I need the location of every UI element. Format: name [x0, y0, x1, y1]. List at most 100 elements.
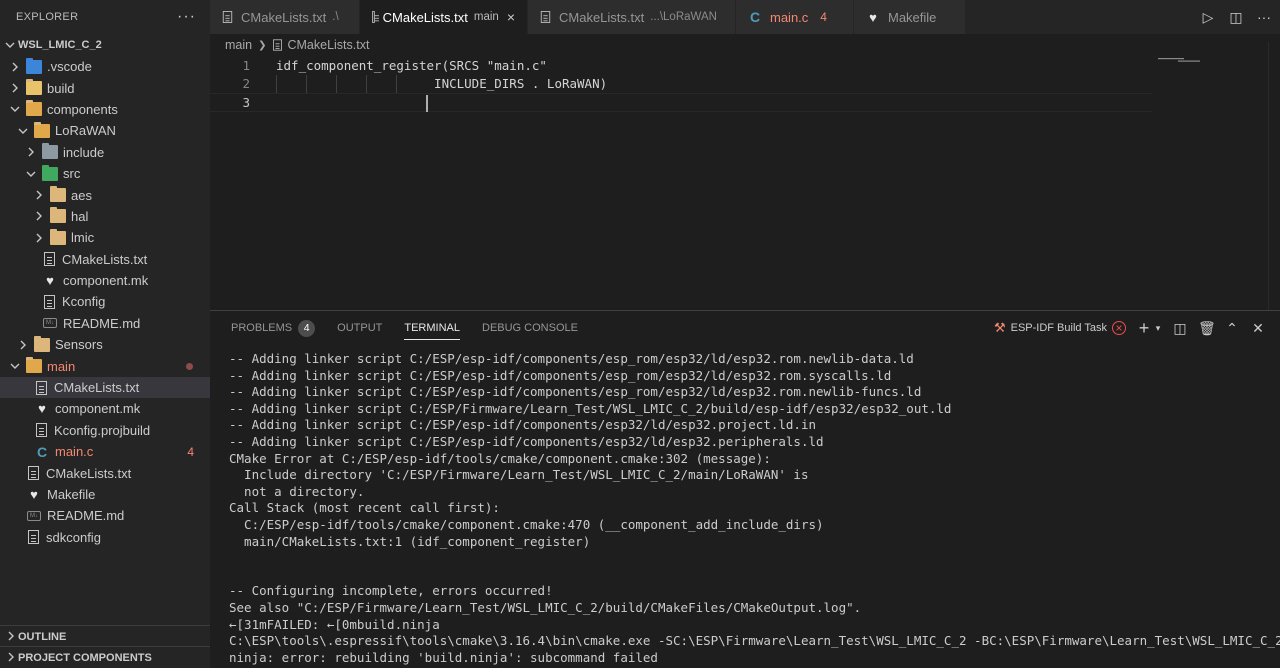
chevron-down-icon [16, 125, 30, 136]
problems-badge: 4 [298, 319, 316, 337]
bottom-panel: PROBLEMS 4 OUTPUT TERMINAL DEBUG CONSOLE ⚒ E… [210, 310, 1280, 668]
file-text-icon [372, 11, 379, 23]
file-text-icon [540, 11, 551, 23]
tree-folder[interactable]: lmic [0, 227, 210, 248]
terminal-line: -- Adding linker script C:/ESP/esp-idf/c… [229, 417, 816, 433]
minimap[interactable] [1158, 52, 1200, 62]
editor-tab[interactable]: ♥ Makefile [854, 0, 966, 34]
chevron-right-icon [32, 211, 46, 222]
tree-item-label: .vscode [47, 59, 92, 75]
tree-file[interactable]: CMakeLists.txt [0, 249, 210, 270]
tab-label: CMakeLists.txt [559, 9, 645, 25]
tree-file[interactable]: CMakeLists.txt [0, 376, 210, 399]
trash-icon[interactable]: 🗑 [1198, 320, 1216, 337]
folder-icon [26, 57, 42, 74]
problem-count: 4 [820, 10, 827, 24]
editor-tab[interactable]: CMakeLists.txt ...\LoRaWAN [528, 0, 736, 34]
breadcrumb-folder[interactable]: main [225, 38, 252, 52]
chevron-down-icon[interactable]: ▾ [1154, 323, 1162, 334]
folder-icon [26, 100, 42, 117]
makefile-icon: ♥ [46, 273, 54, 289]
panel-tab[interactable]: PROBLEMS 4 [231, 311, 316, 345]
chevron-up-icon[interactable]: ⌃ [1224, 320, 1240, 337]
terminal-line: Include directory 'C:/ESP/Firmware/Learn… [229, 467, 809, 483]
tree-file[interactable]: M↓ README.md [0, 313, 210, 334]
editor-tab[interactable]: CMakeLists.txt main × [360, 0, 528, 34]
more-actions-icon[interactable]: ··· [1256, 9, 1272, 25]
tree-file[interactable]: CMakeLists.txt [0, 462, 210, 483]
tree-item-label: components [47, 101, 118, 117]
close-icon[interactable]: ✕ [1250, 320, 1266, 337]
code-editor[interactable]: 1 idf_component_register(SRCS "main.c" 2… [210, 56, 1280, 310]
tree-file[interactable]: Cmain.c 4 [0, 441, 210, 462]
tree-file[interactable]: ♥ component.mk [0, 398, 210, 419]
folder-icon [42, 164, 58, 181]
tree-folder[interactable]: hal [0, 206, 210, 227]
split-terminal-icon[interactable]: ◫ [1172, 320, 1188, 337]
terminal-line: See also "C:/ESP/Firmware/Learn_Test/WSL… [229, 599, 862, 615]
chevron-right-icon [24, 147, 38, 158]
outline-section[interactable]: OUTLINE [0, 625, 210, 647]
editor-tab[interactable]: CMakeLists.txt .\ [210, 0, 360, 34]
tree-item-label: sdkconfig [46, 529, 101, 545]
tab-label: CMakeLists.txt [241, 9, 327, 25]
breadcrumb-file[interactable]: CMakeLists.txt [287, 38, 369, 52]
tree-folder[interactable]: .vscode [0, 56, 210, 77]
terminal-line: -- Adding linker script C:/ESP/esp-idf/c… [229, 433, 824, 449]
tree-folder[interactable]: aes [0, 184, 210, 205]
tree-file[interactable]: ♥ Makefile [0, 484, 210, 505]
terminal-line: C:/ESP/esp-idf/tools/cmake/component.cma… [229, 516, 824, 532]
code-text: INCLUDE_DIRS . LoRaWAN) [276, 76, 608, 92]
makefile-icon: ♥ [869, 9, 877, 25]
problem-count: 4 [187, 444, 194, 459]
tree-item-label: LoRaWAN [55, 123, 116, 139]
run-icon[interactable]: ▷ [1200, 9, 1216, 26]
terminal-output[interactable]: -- Adding linker script C:/ESP/esp-idf/c… [229, 351, 1280, 666]
tree-folder[interactable]: include [0, 142, 210, 163]
editor-tab[interactable]: Cmain.c 4 [736, 0, 854, 34]
tree-item-label: aes [71, 187, 92, 203]
tree-file[interactable]: Kconfig.projbuild [0, 420, 210, 441]
chevron-right-icon [32, 232, 46, 243]
panel-tab[interactable]: TERMINAL [404, 311, 460, 345]
tree-folder[interactable]: components [0, 99, 210, 120]
panel-tab[interactable]: OUTPUT [337, 311, 382, 345]
more-actions-icon[interactable]: ··· [177, 8, 196, 26]
tree-item-label: Makefile [47, 487, 96, 502]
tab-label: main.c [770, 9, 809, 25]
file-tree: .vscode build components LoRaWAN include src a… [0, 56, 210, 548]
workspace-root[interactable]: WSL_LMIC_C_2 [0, 34, 210, 56]
split-editor-icon[interactable]: ◫ [1228, 9, 1244, 26]
tree-folder[interactable]: src [0, 163, 210, 184]
line-number: 2 [242, 76, 250, 92]
terminal-line: ninja: error: rebuilding 'build.ninja': … [229, 649, 658, 665]
terminal-task-selector[interactable]: ⚒ ESP-IDF Build Task × [994, 320, 1126, 336]
new-terminal-icon[interactable]: + [1136, 318, 1152, 339]
tree-file[interactable]: M↓ README.md [0, 505, 210, 526]
tools-icon: ⚒ [993, 320, 1006, 335]
file-text-icon [36, 423, 47, 438]
terminal-line: Call Stack (most recent call first): [229, 500, 500, 516]
folder-icon [42, 143, 58, 160]
editor-scrollbar[interactable] [1268, 42, 1280, 310]
chevron-right-icon: ❯ [258, 39, 267, 51]
tree-item-label: README.md [47, 508, 125, 524]
chevron-right-icon [4, 631, 18, 642]
panel-tab[interactable]: DEBUG CONSOLE [482, 311, 578, 345]
close-tab-icon[interactable]: × [507, 9, 515, 25]
folder-icon [34, 121, 50, 138]
panel-tab-label: PROBLEMS [231, 322, 293, 334]
tree-folder[interactable]: Sensors [0, 334, 210, 355]
tree-item-label: build [47, 80, 75, 96]
task-label: ESP-IDF Build Task [1010, 322, 1107, 334]
tree-folder[interactable]: main [0, 355, 210, 376]
project-components-section[interactable]: PROJECT COMPONENTS [0, 646, 210, 668]
tree-folder[interactable]: build [0, 77, 210, 98]
tree-file[interactable]: sdkconfig [0, 527, 210, 548]
chevron-down-icon [4, 40, 16, 51]
tree-folder[interactable]: LoRaWAN [0, 120, 210, 141]
tree-file[interactable]: ♥ component.mk [0, 270, 210, 291]
tree-file[interactable]: Kconfig [0, 291, 210, 312]
